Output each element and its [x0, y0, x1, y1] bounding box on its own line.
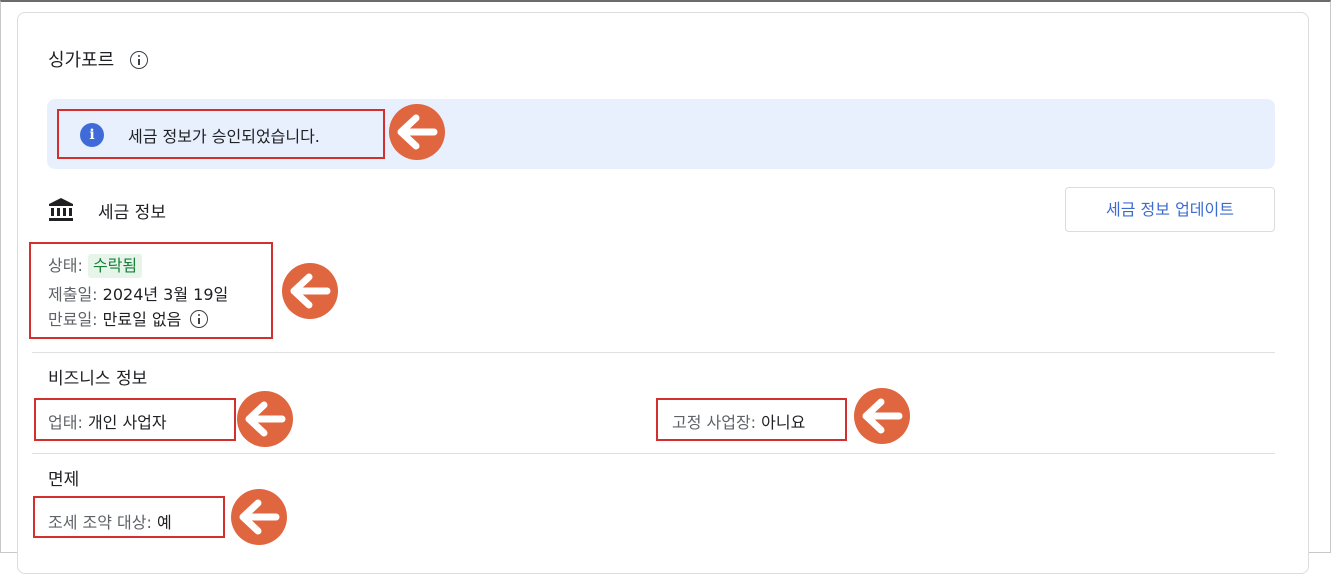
update-tax-info-button[interactable]: 세금 정보 업데이트 [1065, 187, 1275, 232]
annotation-arrow-icon [389, 104, 445, 160]
annotation-arrow-icon [237, 391, 293, 447]
tax-info-title: 세금 정보 [98, 203, 166, 223]
annotation-box-fixed-place [656, 398, 847, 441]
divider [32, 352, 1275, 353]
exemption-title: 면제 [48, 470, 80, 490]
annotation-box-tax-details [29, 242, 273, 339]
annotation-box-banner [57, 109, 385, 159]
country-heading: 싱가포르 [48, 46, 148, 72]
annotation-box-business-type [34, 398, 236, 441]
annotation-box-treaty [33, 496, 225, 538]
annotation-arrow-icon [282, 263, 338, 319]
info-icon[interactable] [129, 51, 148, 69]
annotation-arrow-icon [231, 489, 287, 545]
business-info-title: 비즈니스 정보 [48, 369, 148, 389]
annotation-arrow-icon [854, 388, 910, 444]
divider [32, 453, 1275, 454]
country-title: 싱가포르 [48, 50, 115, 71]
bank-icon [49, 198, 73, 221]
